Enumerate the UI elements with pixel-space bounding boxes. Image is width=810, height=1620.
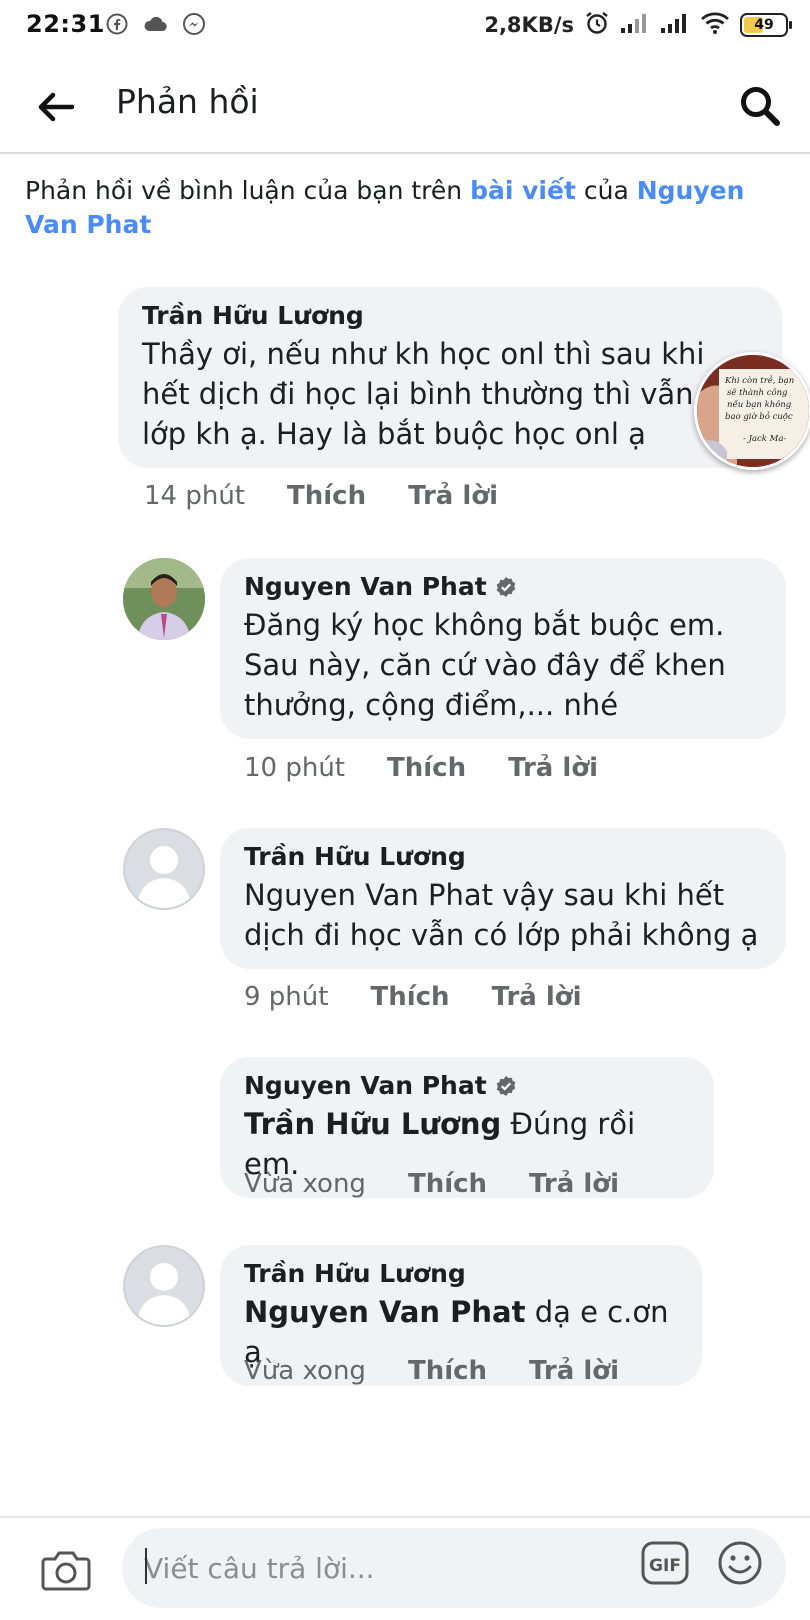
post-link[interactable]: bài viết	[470, 176, 576, 205]
page-title: Phản hồi	[116, 82, 259, 121]
comment-text: Nguyen Van Phat vậy sau khi hết dịch đi …	[244, 878, 759, 952]
like-button[interactable]: Thích	[387, 753, 466, 783]
avatar[interactable]	[123, 828, 205, 910]
camera-button[interactable]	[38, 1542, 94, 1598]
search-icon	[741, 87, 780, 126]
battery-icon: 49	[740, 13, 792, 37]
chat-head-bubble[interactable]: Khi còn trẻ, bạn sẽ thành công nếu bạn k…	[694, 352, 810, 470]
status-time: 22:31	[26, 10, 105, 38]
comment-actions: 9 phút Thích Trả lời	[244, 982, 582, 1012]
comment-author[interactable]: Trần Hữu Lương	[142, 301, 758, 330]
chat-head-quote-line: Khi còn trẻ, bạn	[724, 375, 794, 386]
reply-button[interactable]: Trả lời	[408, 481, 498, 511]
camera-icon	[41, 1551, 91, 1591]
comment-bubble[interactable]: Nguyen Van Phat Đăng ký học không bắt bu…	[220, 558, 786, 739]
notification-icons	[106, 12, 206, 40]
like-button[interactable]: Thích	[408, 1356, 487, 1386]
avatar[interactable]	[123, 558, 205, 640]
cloud-icon	[142, 14, 168, 38]
chat-head-quote-line: bao giờ bỏ cuộc	[725, 411, 793, 422]
comment-text: Thầy ơi, nếu như kh học onl thì sau khi …	[142, 337, 737, 451]
battery-percent: 49	[754, 17, 774, 33]
app-header: Phản hồi	[0, 54, 810, 154]
comment-author-row: Nguyen Van Phat	[244, 572, 762, 601]
like-button[interactable]: Thích	[408, 1169, 487, 1199]
default-avatar-icon	[137, 846, 191, 908]
comment-author[interactable]: Nguyen Van Phat	[244, 572, 487, 601]
comment-text: Đăng ký học không bắt buộc em. Sau này, …	[244, 608, 726, 722]
reply-button[interactable]: Trả lời	[529, 1169, 619, 1199]
network-speed: 2,8KB/s	[484, 13, 574, 37]
chat-head-quote-line: sẽ thành công	[727, 387, 788, 398]
arrow-left-icon	[38, 92, 74, 122]
comment-author[interactable]: Nguyen Van Phat	[244, 1071, 487, 1100]
reply-button[interactable]: Trả lời	[508, 753, 598, 783]
gif-label: GIF	[649, 1556, 681, 1576]
comment-actions: 14 phút Thích Trả lời	[144, 481, 498, 511]
status-bar: 22:31 2,8KB/s 49	[0, 0, 810, 52]
comment-time: 14 phút	[144, 481, 246, 511]
comment-time: Vừa xong	[244, 1356, 366, 1386]
facebook-icon	[106, 13, 128, 39]
comment-author[interactable]: Trần Hữu Lương	[244, 1259, 678, 1288]
signal-icon	[660, 12, 690, 38]
verified-badge-icon	[495, 1075, 517, 1097]
verified-badge-icon	[495, 576, 517, 598]
mention-link[interactable]: Trần Hữu Lương	[244, 1107, 501, 1141]
default-avatar-icon	[137, 1263, 191, 1325]
emoji-button[interactable]	[716, 1539, 764, 1587]
mention-link[interactable]: Nguyen Van Phat	[244, 1295, 526, 1329]
comment-author-row: Nguyen Van Phat	[244, 1071, 690, 1100]
chat-head-quote-line: nếu bạn không	[727, 399, 792, 410]
wifi-icon	[700, 11, 730, 39]
chat-head-image: Khi còn trẻ, bạn sẽ thành công nếu bạn k…	[697, 355, 809, 467]
text-cursor	[145, 1548, 147, 1584]
avatar[interactable]	[123, 1245, 205, 1327]
back-button[interactable]	[30, 82, 80, 132]
reply-context: Phản hồi về bình luận của bạn trên bài v…	[25, 174, 765, 242]
search-button[interactable]	[732, 78, 788, 134]
context-prefix: Phản hồi về bình luận của bạn trên	[25, 176, 471, 205]
status-right: 2,8KB/s 49	[484, 10, 792, 40]
reply-button[interactable]: Trả lời	[529, 1356, 619, 1386]
comment-author[interactable]: Trần Hữu Lương	[244, 842, 762, 871]
comment-actions: 10 phút Thích Trả lời	[244, 753, 598, 783]
signal-icon	[620, 12, 650, 38]
comment-time: 9 phút	[244, 982, 329, 1012]
comment-time: Vừa xong	[244, 1169, 366, 1199]
smiley-icon	[718, 1541, 762, 1585]
comment-time: 10 phút	[244, 753, 346, 783]
like-button[interactable]: Thích	[287, 481, 366, 511]
reply-button[interactable]: Trả lời	[492, 982, 582, 1012]
comment-bubble[interactable]: Trần Hữu Lương Thầy ơi, nếu như kh học o…	[118, 287, 782, 468]
avatar-photo	[123, 558, 205, 640]
messenger-icon	[182, 12, 206, 40]
alarm-icon	[584, 10, 610, 40]
like-button[interactable]: Thích	[370, 982, 449, 1012]
comment-bubble[interactable]: Trần Hữu Lương Nguyen Van Phat vậy sau k…	[220, 828, 786, 969]
comment-actions: Vừa xong Thích Trả lời	[244, 1356, 619, 1386]
gif-button[interactable]: GIF	[640, 1540, 690, 1586]
comment-actions: Vừa xong Thích Trả lời	[244, 1169, 619, 1199]
chat-head-quote-line: - Jack Ma-	[743, 434, 786, 444]
context-middle: của	[575, 176, 637, 205]
